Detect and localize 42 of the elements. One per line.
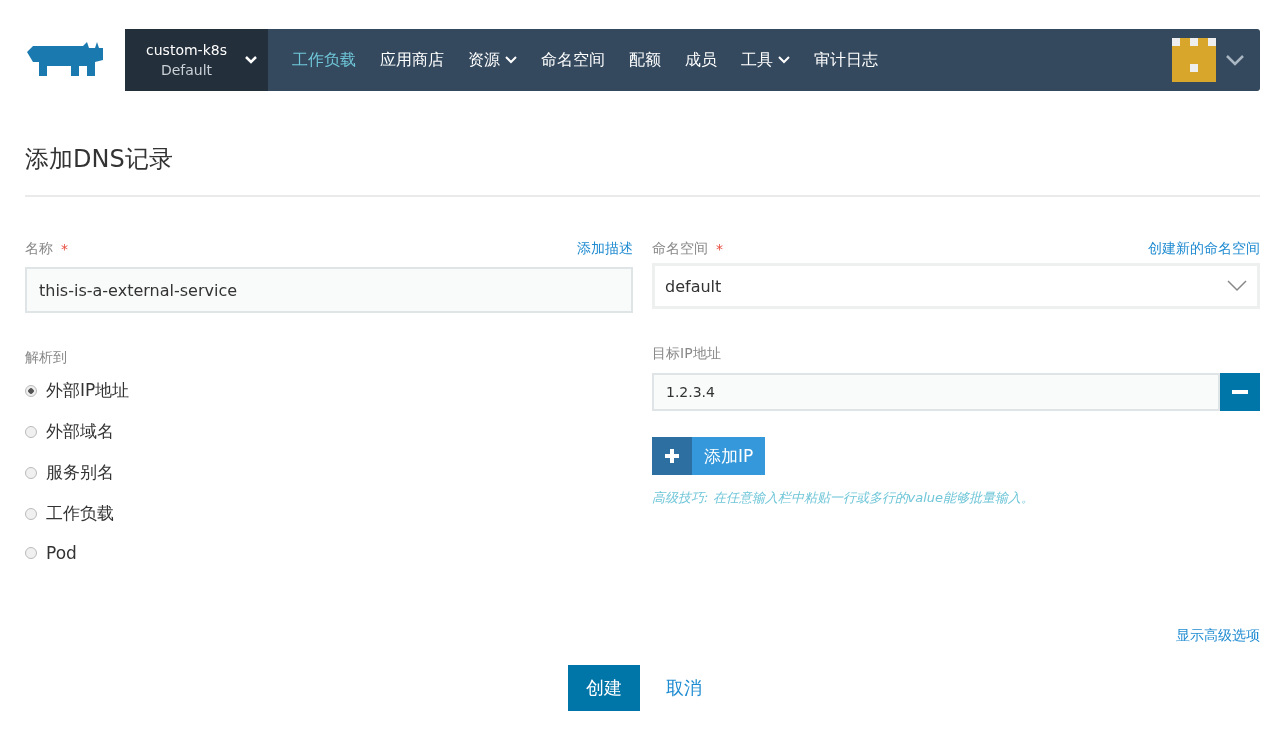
required-mark: * xyxy=(716,241,723,257)
nav-tab[interactable]: 配额 xyxy=(617,29,673,91)
radio-button[interactable] xyxy=(25,425,37,438)
tip-text: 高级技巧: 在任意输入栏中粘贴一行或多行的value能够批量输入。 xyxy=(652,489,1036,507)
nav-tab[interactable]: 工作负载 xyxy=(280,29,368,91)
nav-tab[interactable]: 应用商店 xyxy=(368,29,456,91)
field-label: 命名空间 xyxy=(652,240,708,258)
radio-label[interactable]: 工作负载 xyxy=(46,502,114,525)
create-namespace-link[interactable]: 创建新的命名空间 xyxy=(1148,240,1260,258)
name-input[interactable]: this-is-a-external-service xyxy=(25,267,633,313)
nav-tab[interactable]: 资源 xyxy=(456,29,529,91)
show-advanced-link[interactable]: 显示高级选项 xyxy=(1176,627,1260,645)
nav-tab[interactable]: 命名空间 xyxy=(529,29,617,91)
radio-label[interactable]: 服务别名 xyxy=(46,461,114,484)
chevron-down-icon xyxy=(1227,280,1247,292)
avatar-icon[interactable] xyxy=(1172,38,1216,82)
radio-button[interactable] xyxy=(25,384,37,397)
minus-icon xyxy=(1232,390,1249,394)
radio-button[interactable] xyxy=(25,507,37,520)
field-label: 目标IP地址 xyxy=(652,345,722,363)
cancel-button[interactable]: 取消 xyxy=(649,665,718,711)
field-label: 解析到 xyxy=(25,349,68,367)
chevron-down-icon xyxy=(244,55,258,65)
radio-button[interactable] xyxy=(25,547,37,559)
cluster-switcher[interactable]: custom-k8s Default xyxy=(125,29,268,91)
add-description-link[interactable]: 添加描述 xyxy=(577,240,633,258)
namespace-select[interactable]: default xyxy=(652,263,1260,309)
radio-label[interactable]: 外部IP地址 xyxy=(46,379,130,402)
radio-label[interactable]: 外部域名 xyxy=(46,420,114,443)
create-button[interactable]: 创建 xyxy=(567,665,640,711)
nav-tab[interactable]: 审计日志 xyxy=(802,29,890,91)
field-label: 名称 xyxy=(25,240,53,258)
remove-button[interactable] xyxy=(1220,373,1260,411)
chevron-down-icon[interactable] xyxy=(1226,54,1244,66)
nav-tab[interactable]: 成员 xyxy=(673,29,729,91)
nav-tab[interactable]: 工具 xyxy=(729,29,802,91)
radio-button[interactable] xyxy=(25,466,37,479)
radio-label[interactable]: Pod xyxy=(46,543,77,563)
required-mark: * xyxy=(61,241,68,257)
page-title: 添加DNS记录 xyxy=(25,144,174,175)
ip-input[interactable]: 1.2.3.4 xyxy=(652,373,1221,411)
plus-icon xyxy=(665,449,679,463)
